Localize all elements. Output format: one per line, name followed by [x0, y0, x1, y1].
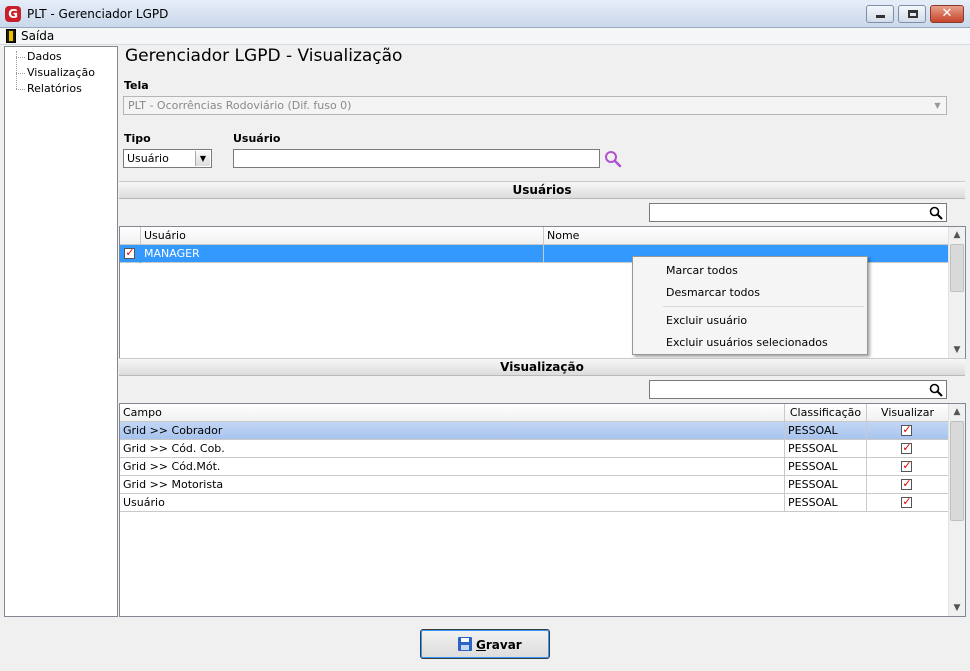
usuario-label: Usuário	[233, 132, 281, 145]
view-grid: Campo Classificação Visualizar Grid >> C…	[119, 403, 966, 617]
window-titlebar: G PLT - Gerenciador LGPD ✕	[0, 0, 970, 28]
view-grid-head-campo[interactable]: Campo	[120, 404, 785, 422]
scroll-down-icon[interactable]: ▼	[949, 600, 965, 616]
cell-visualizar	[867, 422, 949, 440]
minimize-button[interactable]	[866, 5, 894, 23]
window-title: PLT - Gerenciador LGPD	[27, 7, 169, 21]
menu-bar: Saída	[0, 28, 970, 45]
cell-visualizar	[867, 440, 949, 458]
cell-classificacao: PESSOAL	[785, 422, 867, 440]
context-menu: Marcar todos Desmarcar todos Excluir usu…	[632, 256, 868, 355]
view-grid-scrollbar[interactable]: ▲ ▼	[948, 404, 965, 616]
tipo-select-value: Usuário	[127, 152, 169, 165]
tree-item-visualizacao[interactable]: Visualização	[27, 66, 95, 79]
tela-label: Tela	[124, 79, 149, 92]
chevron-down-icon: ▼	[195, 151, 210, 166]
page-title: Gerenciador LGPD - Visualização	[125, 46, 403, 66]
tree-connector	[16, 73, 25, 74]
menu-item-unmark-all[interactable]: Desmarcar todos	[666, 286, 760, 299]
save-button-label: Gravar	[476, 638, 522, 652]
row-checkbox[interactable]	[124, 246, 135, 259]
table-row[interactable]: Usuário PESSOAL	[120, 494, 949, 512]
scroll-thumb[interactable]	[950, 421, 964, 521]
table-row[interactable]: Grid >> Cód. Cob. PESSOAL	[120, 440, 949, 458]
scroll-down-icon[interactable]: ▼	[949, 342, 965, 358]
visualizar-checkbox[interactable]	[901, 459, 912, 472]
cell-campo: Grid >> Cobrador	[120, 422, 785, 440]
users-filter-input[interactable]	[649, 203, 947, 222]
cell-visualizar	[867, 476, 949, 494]
tela-select-value: PLT - Ocorrências Rodoviário (Dif. fuso …	[128, 99, 352, 112]
save-button[interactable]: Gravar	[420, 629, 550, 659]
users-section-header: Usuários	[119, 181, 965, 199]
users-grid-head-nome[interactable]: Nome	[544, 227, 949, 245]
scroll-up-icon[interactable]: ▲	[949, 404, 965, 420]
cell-classificacao: PESSOAL	[785, 440, 867, 458]
cell-visualizar	[867, 494, 949, 512]
cell-classificacao: PESSOAL	[785, 458, 867, 476]
view-section-header: Visualização	[119, 358, 965, 376]
row-checkbox-cell	[120, 245, 141, 263]
table-row[interactable]: Grid >> Cód.Mót. PESSOAL	[120, 458, 949, 476]
tree-connector	[16, 57, 25, 58]
view-grid-head-visualizar[interactable]: Visualizar	[867, 404, 949, 422]
scroll-thumb[interactable]	[950, 244, 964, 292]
table-row[interactable]: Grid >> Motorista PESSOAL	[120, 476, 949, 494]
search-icon[interactable]	[604, 150, 622, 168]
maximize-button[interactable]	[898, 5, 926, 23]
users-grid-head-usuario[interactable]: Usuário	[141, 227, 544, 245]
visualizar-checkbox[interactable]	[901, 441, 912, 454]
view-filter-input[interactable]	[649, 380, 947, 399]
tree-connector	[16, 89, 25, 90]
cell-campo: Grid >> Cód.Mót.	[120, 458, 785, 476]
menu-item-mark-all[interactable]: Marcar todos	[666, 264, 738, 277]
tipo-select[interactable]: Usuário ▼	[123, 149, 212, 168]
navigation-tree: Dados Visualização Relatórios	[4, 46, 118, 617]
minimize-icon	[876, 15, 885, 18]
view-grid-head-classificacao[interactable]: Classificação	[785, 404, 867, 422]
tela-select[interactable]: PLT - Ocorrências Rodoviário (Dif. fuso …	[123, 96, 947, 115]
chevron-down-icon: ▼	[934, 101, 941, 110]
cell-campo: Usuário	[120, 494, 785, 512]
tree-item-relatorios[interactable]: Relatórios	[27, 82, 82, 95]
search-icon[interactable]	[929, 383, 943, 397]
cell-campo: Grid >> Cód. Cob.	[120, 440, 785, 458]
maximize-icon	[908, 10, 918, 18]
close-button[interactable]: ✕	[930, 5, 964, 23]
cell-visualizar	[867, 458, 949, 476]
search-icon[interactable]	[929, 206, 943, 220]
usuario-input[interactable]	[233, 149, 600, 168]
menu-exit[interactable]: Saída	[21, 29, 54, 43]
floppy-disk-icon	[458, 637, 472, 651]
users-grid-scrollbar[interactable]: ▲ ▼	[948, 227, 965, 358]
users-grid-head-check	[120, 227, 141, 245]
visualizar-checkbox[interactable]	[901, 423, 912, 436]
close-icon: ✕	[941, 6, 953, 21]
table-row[interactable]: Grid >> Cobrador PESSOAL	[120, 422, 949, 440]
menu-item-delete-selected-users[interactable]: Excluir usuários selecionados	[666, 336, 828, 349]
tipo-label: Tipo	[124, 132, 151, 145]
cell-usuario: MANAGER	[141, 245, 544, 263]
app-logo-icon: G	[5, 6, 21, 22]
cell-campo: Grid >> Motorista	[120, 476, 785, 494]
menu-separator	[663, 306, 864, 307]
visualizar-checkbox[interactable]	[901, 477, 912, 490]
exit-door-icon	[6, 29, 16, 43]
tree-item-dados[interactable]: Dados	[27, 50, 62, 63]
cell-classificacao: PESSOAL	[785, 494, 867, 512]
menu-item-delete-user[interactable]: Excluir usuário	[666, 314, 747, 327]
scroll-up-icon[interactable]: ▲	[949, 227, 965, 243]
visualizar-checkbox[interactable]	[901, 495, 912, 508]
cell-classificacao: PESSOAL	[785, 476, 867, 494]
